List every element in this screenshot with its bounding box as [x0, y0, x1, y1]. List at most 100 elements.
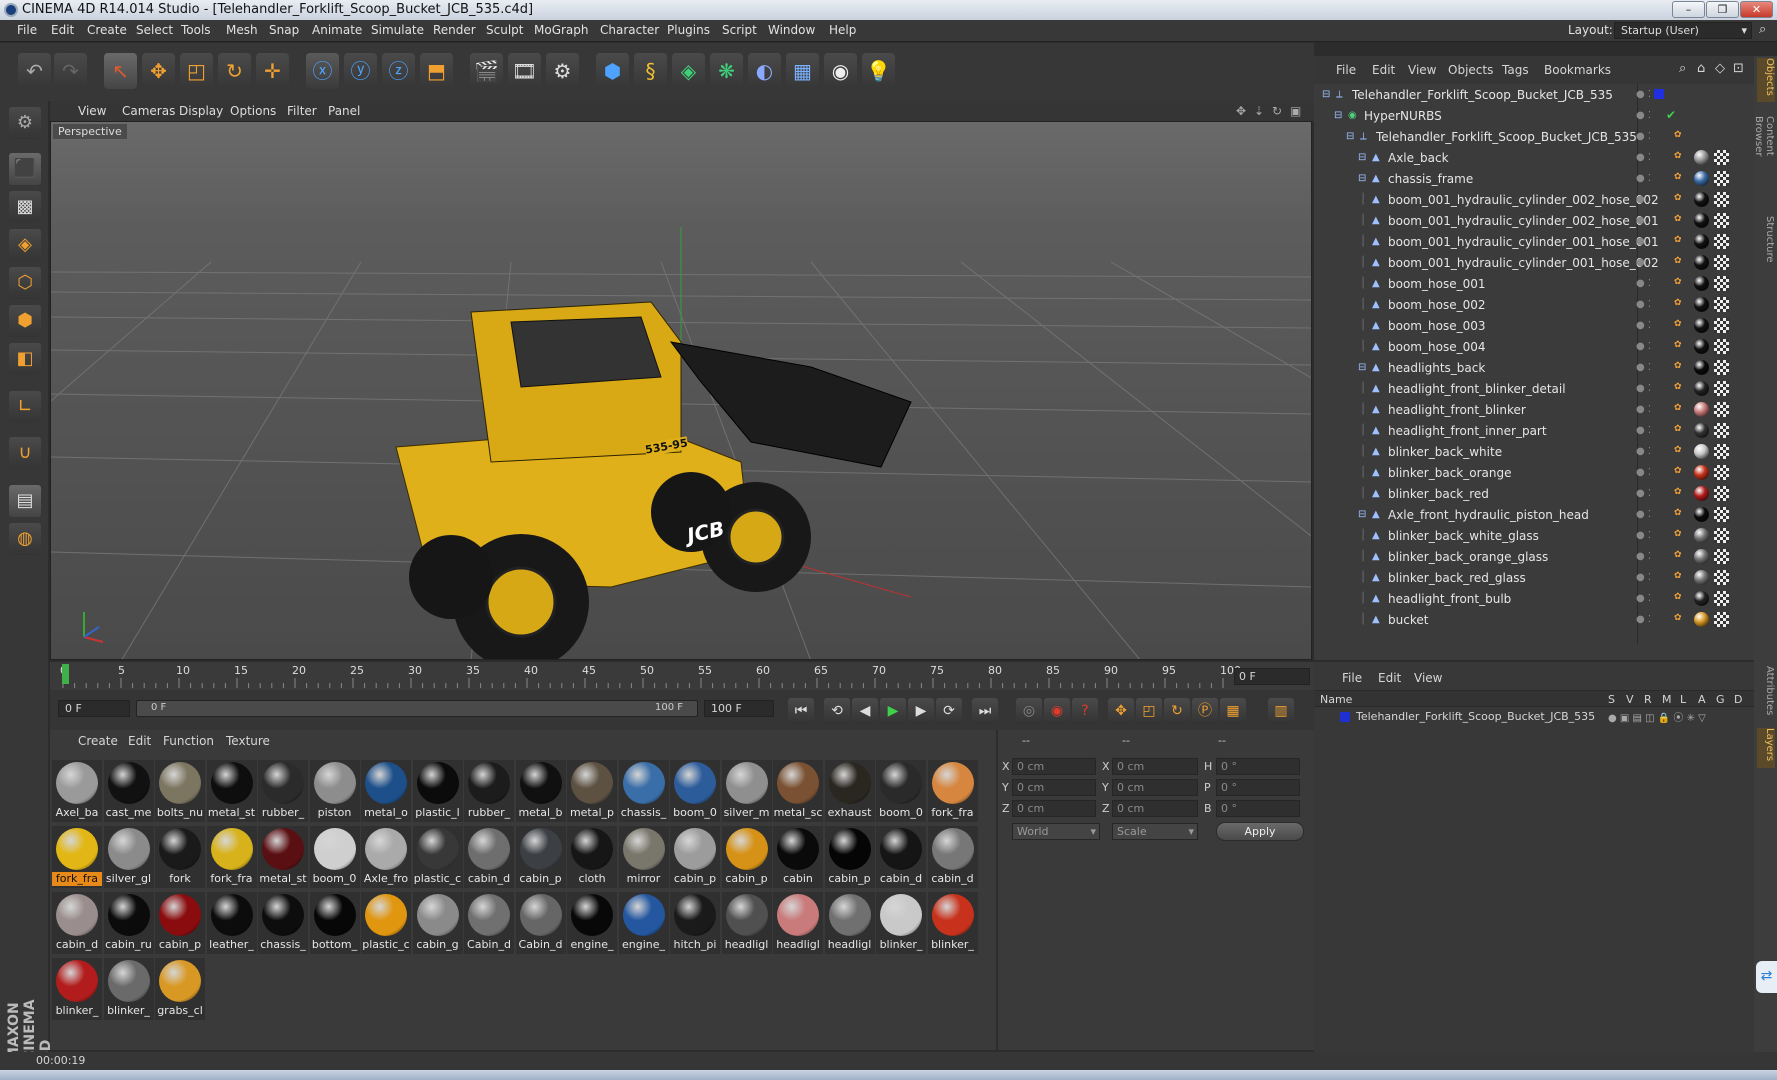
- filter-icon[interactable]: ◇: [1715, 61, 1725, 76]
- previous-frame-icon[interactable]: ◀: [852, 698, 878, 724]
- layer-toggle-icons[interactable]: ● ▣ ▤ ◫ 🔒 ⦿ ✳ ▽: [1608, 709, 1706, 724]
- material-menu-create[interactable]: Create: [78, 734, 118, 748]
- material-swatch[interactable]: cabin_p: [155, 892, 205, 954]
- phong-tag-icon[interactable]: ✿: [1674, 277, 1682, 287]
- live-select-button[interactable]: ↖: [104, 53, 137, 89]
- material-swatch[interactable]: Axle_fro: [361, 826, 411, 888]
- object-row[interactable]: ⊟ ▲ Axle_front_hydraulic_piston_head ● ⁚ ✿: [1314, 505, 1754, 526]
- expand-toggle-icon[interactable]: ⊟: [1346, 131, 1356, 143]
- material-tag-icon[interactable]: [1694, 528, 1709, 543]
- material-swatch[interactable]: cabin_p: [670, 826, 720, 888]
- material-swatch[interactable]: cloth: [567, 826, 617, 888]
- recent-tool-button[interactable]: ✛: [256, 53, 289, 89]
- enabled-check-icon[interactable]: ✔: [1666, 108, 1676, 122]
- start-frame-field[interactable]: 0 F: [58, 700, 130, 717]
- visibility-dots-icon[interactable]: ● ⁚: [1636, 278, 1651, 289]
- snap-magnet-icon[interactable]: ∪: [9, 437, 41, 469]
- material-tag-icon[interactable]: [1694, 339, 1709, 354]
- material-swatch[interactable]: Cabin_d: [515, 892, 566, 954]
- uvw-tag-icon[interactable]: [1714, 612, 1729, 627]
- coordinate-space-dropdown[interactable]: World ▾: [1012, 823, 1100, 840]
- material-swatch[interactable]: cabin_p: [515, 826, 566, 888]
- object-row[interactable]: │ ▲ blinker_back_white ● ⁚ ✿: [1314, 442, 1754, 463]
- visibility-dots-icon[interactable]: ● ⁚: [1636, 215, 1651, 226]
- material-swatch[interactable]: fork_fra: [927, 760, 978, 822]
- material-swatch[interactable]: metal_b: [515, 760, 566, 822]
- go-to-start-icon[interactable]: ⏮: [788, 698, 814, 724]
- phong-tag-icon[interactable]: ✿: [1674, 340, 1682, 350]
- material-swatch[interactable]: metal_sc: [773, 760, 823, 822]
- object-row[interactable]: │ ▲ headlight_front_blinker ● ⁚ ✿: [1314, 400, 1754, 421]
- material-tag-icon[interactable]: [1694, 360, 1709, 375]
- visibility-dots-icon[interactable]: ● ⁚: [1636, 446, 1651, 457]
- material-tag-icon[interactable]: [1694, 549, 1709, 564]
- range-slider[interactable]: 0 F 100 F: [136, 700, 698, 717]
- material-swatch[interactable]: piston: [309, 760, 360, 822]
- apply-button[interactable]: Apply: [1216, 822, 1304, 841]
- viewport-zoom-icon[interactable]: ⇣: [1254, 104, 1264, 118]
- pos-x-field[interactable]: 0 cm: [1012, 758, 1096, 775]
- scale-tool-button[interactable]: ◰: [180, 53, 213, 89]
- visibility-dots-icon[interactable]: ● ⁚: [1636, 614, 1651, 625]
- visibility-dots-icon[interactable]: ● ⁚: [1636, 383, 1651, 394]
- play-icon[interactable]: ▶: [880, 698, 906, 724]
- coordinate-system-button[interactable]: ⬒: [420, 53, 453, 89]
- material-swatch[interactable]: cabin_d: [927, 826, 978, 888]
- phong-tag-icon[interactable]: ✿: [1674, 382, 1682, 392]
- keyframe-selection-icon[interactable]: ?: [1072, 698, 1098, 724]
- object-row[interactable]: │ ▲ blinker_back_white_glass ● ⁚ ✿: [1314, 526, 1754, 547]
- visibility-dots-icon[interactable]: ● ⁚: [1636, 131, 1651, 142]
- phong-tag-icon[interactable]: ✿: [1674, 592, 1682, 602]
- material-swatch[interactable]: exhaust: [824, 760, 875, 822]
- material-swatch[interactable]: leather_: [206, 892, 257, 954]
- go-to-end-icon[interactable]: ⏭: [972, 698, 998, 724]
- render-settings-button[interactable]: ⚙: [546, 53, 579, 89]
- workplane-mode-icon[interactable]: ◈: [9, 229, 41, 261]
- object-row[interactable]: │ ▲ headlight_front_inner_part ● ⁚ ✿: [1314, 421, 1754, 442]
- material-swatch[interactable]: bottom_: [309, 892, 360, 954]
- object-row[interactable]: │ ▲ boom_001_hydraulic_cylinder_002_hose_0…: [1314, 190, 1754, 211]
- visibility-dots-icon[interactable]: ● ⁚: [1636, 488, 1651, 499]
- material-tag-icon[interactable]: [1694, 276, 1709, 291]
- object-row[interactable]: │ ▲ blinker_back_red ● ⁚ ✿: [1314, 484, 1754, 505]
- visibility-dots-icon[interactable]: ● ⁚: [1636, 404, 1651, 415]
- material-swatch[interactable]: engine_: [567, 892, 617, 954]
- material-swatch[interactable]: blinker_: [103, 958, 154, 1020]
- object-row[interactable]: │ ▲ boom_hose_001 ● ⁚ ✿: [1314, 274, 1754, 295]
- light-button[interactable]: 💡: [862, 53, 895, 89]
- tab-objects[interactable]: Objects: [1757, 58, 1775, 102]
- material-swatch[interactable]: fork_fra: [52, 826, 102, 888]
- points-mode-icon[interactable]: ⬡: [9, 267, 41, 299]
- previous-key-icon[interactable]: ⟲: [824, 698, 850, 724]
- key-rotation-icon[interactable]: ↻: [1164, 698, 1190, 724]
- phong-tag-icon[interactable]: ✿: [1674, 130, 1682, 140]
- objects-menu-view[interactable]: View: [1408, 63, 1436, 77]
- uvw-tag-icon[interactable]: [1714, 591, 1729, 606]
- attr-menu-edit[interactable]: Edit: [1378, 671, 1401, 685]
- layer-row[interactable]: Telehandler_Forklift_Scoop_Bucket_JCB_53…: [1314, 708, 1754, 726]
- visibility-dots-icon[interactable]: ● ⁚: [1636, 509, 1651, 520]
- move-tool-button[interactable]: ✥: [142, 53, 175, 89]
- object-row[interactable]: │ ▲ blinker_back_orange_glass ● ⁚ ✿: [1314, 547, 1754, 568]
- render-view-button[interactable]: 🎬: [470, 53, 503, 89]
- material-swatch[interactable]: boom_0: [309, 826, 360, 888]
- object-row[interactable]: │ ▲ boom_001_hydraulic_cylinder_002_hose_0…: [1314, 211, 1754, 232]
- viewport-menu-panel[interactable]: Panel: [328, 104, 360, 118]
- objects-menu-edit[interactable]: Edit: [1372, 63, 1395, 77]
- phong-tag-icon[interactable]: ✿: [1674, 298, 1682, 308]
- phong-tag-icon[interactable]: ✿: [1674, 508, 1682, 518]
- minimize-button[interactable]: –: [1672, 1, 1705, 18]
- visibility-dots-icon[interactable]: ● ⁚: [1636, 152, 1651, 163]
- phong-tag-icon[interactable]: ✿: [1674, 487, 1682, 497]
- visibility-dots-icon[interactable]: ● ⁚: [1636, 593, 1651, 604]
- viewport-menu-options[interactable]: Options: [230, 104, 276, 118]
- object-row[interactable]: │ ▲ boom_hose_002 ● ⁚ ✿: [1314, 295, 1754, 316]
- material-swatch[interactable]: Cabin_d: [464, 892, 514, 954]
- material-swatch[interactable]: cabin_p: [721, 826, 772, 888]
- material-tag-icon[interactable]: [1694, 507, 1709, 522]
- visibility-dots-icon[interactable]: ● ⁚: [1636, 530, 1651, 541]
- material-tag-icon[interactable]: [1694, 402, 1709, 417]
- uvw-tag-icon[interactable]: [1714, 192, 1729, 207]
- next-key-icon[interactable]: ⟳: [936, 698, 962, 724]
- size-mode-dropdown[interactable]: Scale ▾: [1112, 823, 1198, 840]
